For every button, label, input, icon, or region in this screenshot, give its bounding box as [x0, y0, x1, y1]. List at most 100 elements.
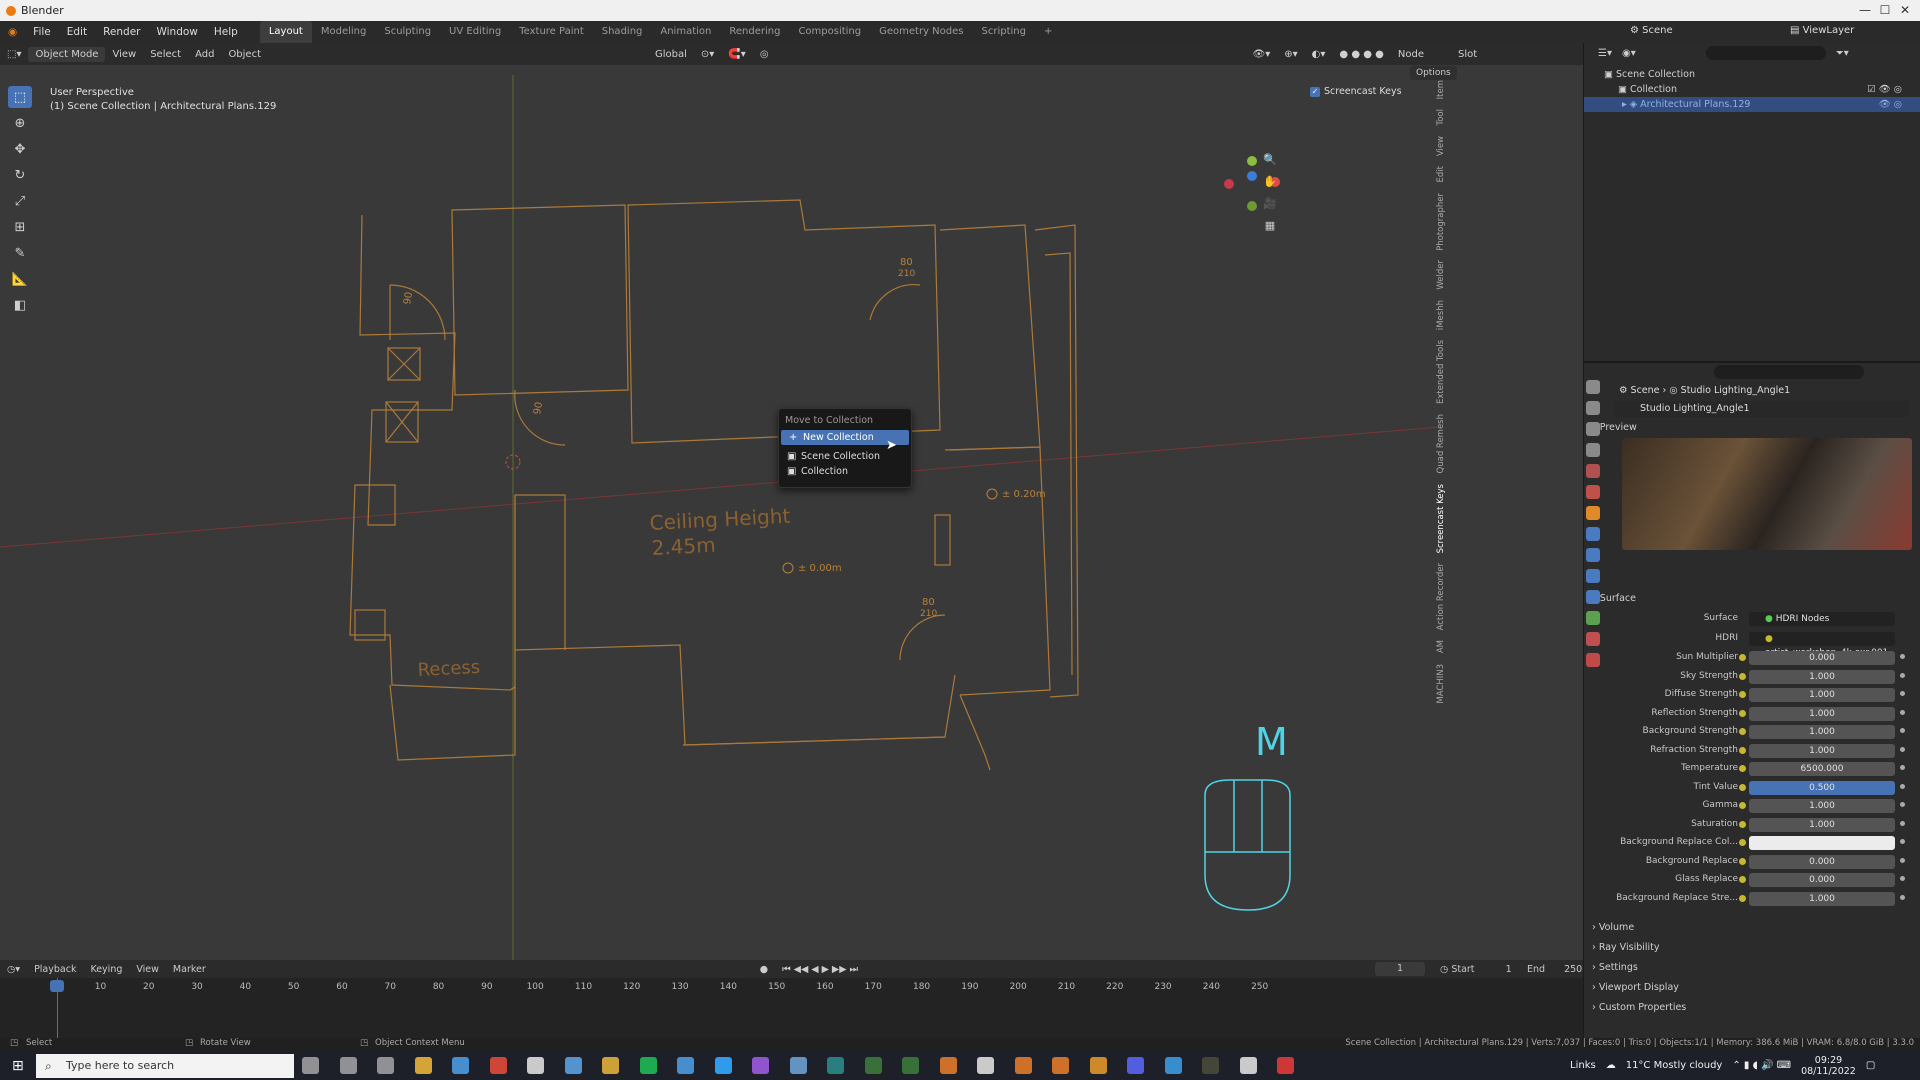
- chrome-icon[interactable]: [602, 1057, 619, 1074]
- filter-icon[interactable]: ⏷▾: [1836, 48, 1849, 59]
- annotate-tool-icon[interactable]: ✎: [8, 242, 32, 264]
- keyframe-dot-icon[interactable]: [1900, 820, 1905, 826]
- photoshop-icon[interactable]: [714, 1057, 732, 1074]
- tab-imeshh[interactable]: iMeshh: [1436, 300, 1446, 330]
- hdri-image-field[interactable]: ● artist_workshop_4k.exr.001: [1749, 632, 1895, 658]
- discord-icon[interactable]: [1127, 1057, 1144, 1074]
- keyframe-dot-icon[interactable]: [1900, 691, 1905, 696]
- keyframe-dot-icon[interactable]: [1900, 857, 1905, 863]
- app-icon[interactable]: [1239, 1057, 1257, 1074]
- checkbox-icon[interactable]: ✓: [1310, 86, 1320, 97]
- outliner-row-architectural-plans[interactable]: ▸ ◈ Architectural Plans.129 👁 ◎: [1584, 97, 1920, 112]
- tab-photographer[interactable]: Photographer: [1436, 193, 1446, 251]
- 3d-viewport[interactable]: 90 80 210 80 210 90 Ceiling Height 2.45m…: [0, 65, 1583, 960]
- add-cube-tool-icon[interactable]: ◧: [8, 294, 32, 316]
- marker-menu[interactable]: Marker: [166, 964, 213, 975]
- tab-shading[interactable]: Shading: [593, 21, 652, 43]
- keying-menu[interactable]: Keying: [83, 964, 129, 975]
- world-selector[interactable]: Studio Lighting_Angle1: [1614, 401, 1909, 417]
- view-menu[interactable]: View: [105, 47, 143, 62]
- tab-sculpting[interactable]: Sculpting: [375, 21, 440, 43]
- windows-start-icon[interactable]: ⊞: [12, 1058, 24, 1074]
- keyframe-dot-icon[interactable]: [1900, 709, 1905, 715]
- viewport-display-section[interactable]: › Viewport Display: [1592, 982, 1679, 993]
- particles-tab-icon[interactable]: [1586, 548, 1600, 562]
- app-icon[interactable]: [752, 1057, 769, 1074]
- menu-window[interactable]: Window: [148, 26, 205, 38]
- app-icon[interactable]: [527, 1057, 544, 1074]
- visibility-eye-icon[interactable]: 👁 ◎: [1879, 97, 1902, 112]
- surface-dropdown[interactable]: ● HDRI Nodes: [1749, 612, 1895, 626]
- timeline-area[interactable]: 1102030405060708090100110120130140150160…: [0, 978, 1583, 1042]
- blender-menu-icon[interactable]: ◉: [0, 26, 25, 38]
- tab-geometry-nodes[interactable]: Geometry Nodes: [870, 21, 972, 43]
- weather-text[interactable]: 11°C Mostly cloudy: [1626, 1060, 1723, 1071]
- constraints-tab-icon[interactable]: [1586, 590, 1600, 604]
- tray-icons[interactable]: ⌃ ▮ ◖ 🔊 ⌨: [1732, 1060, 1791, 1071]
- move-tool-icon[interactable]: ✥: [8, 138, 32, 160]
- overlay-icon[interactable]: ◐▾: [1305, 47, 1333, 62]
- tab-animation[interactable]: Animation: [651, 21, 720, 43]
- tab-am[interactable]: AM: [1436, 640, 1446, 653]
- ray-visibility-section[interactable]: › Ray Visibility: [1592, 942, 1660, 953]
- outliner-search-input[interactable]: [1705, 46, 1826, 60]
- record-icon[interactable]: ●: [753, 964, 775, 975]
- property-value-field[interactable]: 1.000: [1749, 688, 1895, 702]
- rotate-tool-icon[interactable]: ↻: [8, 164, 32, 186]
- tab-extended-tools[interactable]: Extended Tools: [1436, 340, 1446, 404]
- clock[interactable]: 09:29 08/11/2022: [1801, 1055, 1856, 1077]
- app-icon[interactable]: [902, 1057, 919, 1074]
- select-tool-icon[interactable]: ⬚: [8, 86, 32, 108]
- data-tab-icon[interactable]: [1586, 611, 1600, 625]
- add-menu[interactable]: Add: [188, 47, 221, 62]
- volume-section[interactable]: › Volume: [1592, 922, 1634, 933]
- keyframe-dot-icon[interactable]: [1900, 783, 1905, 789]
- keyframe-dot-icon[interactable]: [1900, 672, 1905, 678]
- blender-icon[interactable]: [1052, 1057, 1069, 1074]
- keyframe-dot-icon[interactable]: [1900, 654, 1905, 659]
- custom-properties-section[interactable]: › Custom Properties: [1592, 1002, 1686, 1013]
- menu-edit[interactable]: Edit: [59, 26, 95, 38]
- task-view-icon[interactable]: [339, 1057, 357, 1074]
- snap-icon[interactable]: 🧲▾: [721, 47, 752, 62]
- grid-icon[interactable]: ▦: [1262, 218, 1278, 234]
- texture-tab-icon[interactable]: [1586, 653, 1600, 667]
- tab-view[interactable]: View: [1436, 136, 1446, 156]
- property-value-field[interactable]: 1.000: [1749, 725, 1895, 739]
- start-frame-field[interactable]: ◷ Start 1: [1440, 964, 1512, 975]
- app-icon[interactable]: [1164, 1057, 1182, 1074]
- close-button[interactable]: ✕: [1886, 0, 1920, 21]
- proportional-icon[interactable]: ◎: [753, 47, 776, 62]
- app-icon[interactable]: [939, 1057, 957, 1074]
- taskbar-search-input[interactable]: ⌕ Type here to search: [36, 1054, 294, 1078]
- links-label[interactable]: Links: [1570, 1060, 1596, 1071]
- output-tab-icon[interactable]: [1586, 422, 1600, 436]
- property-value-field[interactable]: 1.000: [1749, 669, 1895, 684]
- acrobat-icon[interactable]: [1277, 1057, 1294, 1074]
- property-value-field[interactable]: 1.000: [1749, 817, 1895, 832]
- keyframe-dot-icon[interactable]: [1900, 894, 1905, 900]
- tab-action-recorder[interactable]: Action Recorder: [1436, 563, 1446, 630]
- transform-tool-icon[interactable]: ⊞: [8, 216, 32, 238]
- timeline-view-menu[interactable]: View: [129, 964, 166, 975]
- physics-tab-icon[interactable]: [1586, 569, 1600, 583]
- property-value-field[interactable]: [1749, 836, 1895, 850]
- menu-render[interactable]: Render: [95, 26, 148, 38]
- object-menu[interactable]: Object: [221, 47, 268, 62]
- zoom-icon[interactable]: 🔍: [1262, 152, 1278, 168]
- pivot-icon[interactable]: ⊙▾: [694, 47, 721, 62]
- store-icon[interactable]: [452, 1057, 469, 1074]
- app-icon[interactable]: [1014, 1057, 1032, 1074]
- current-frame-field[interactable]: 1: [1375, 962, 1425, 976]
- app-icon[interactable]: [677, 1057, 694, 1074]
- file-explorer-icon[interactable]: [414, 1057, 432, 1074]
- options-dropdown[interactable]: Options: [1410, 66, 1457, 80]
- keyframe-dot-icon[interactable]: [1900, 728, 1905, 733]
- view-layer-selector[interactable]: ▤ ViewLayer: [1790, 25, 1854, 36]
- playhead-handle[interactable]: [50, 980, 64, 992]
- modifier-tab-icon[interactable]: [1586, 527, 1600, 541]
- tool-tab-icon[interactable]: [1586, 380, 1600, 394]
- editor-type-icon[interactable]: ⬚▾: [0, 47, 28, 62]
- keyframe-dot-icon[interactable]: [1900, 839, 1905, 844]
- tab-scripting[interactable]: Scripting: [972, 21, 1034, 43]
